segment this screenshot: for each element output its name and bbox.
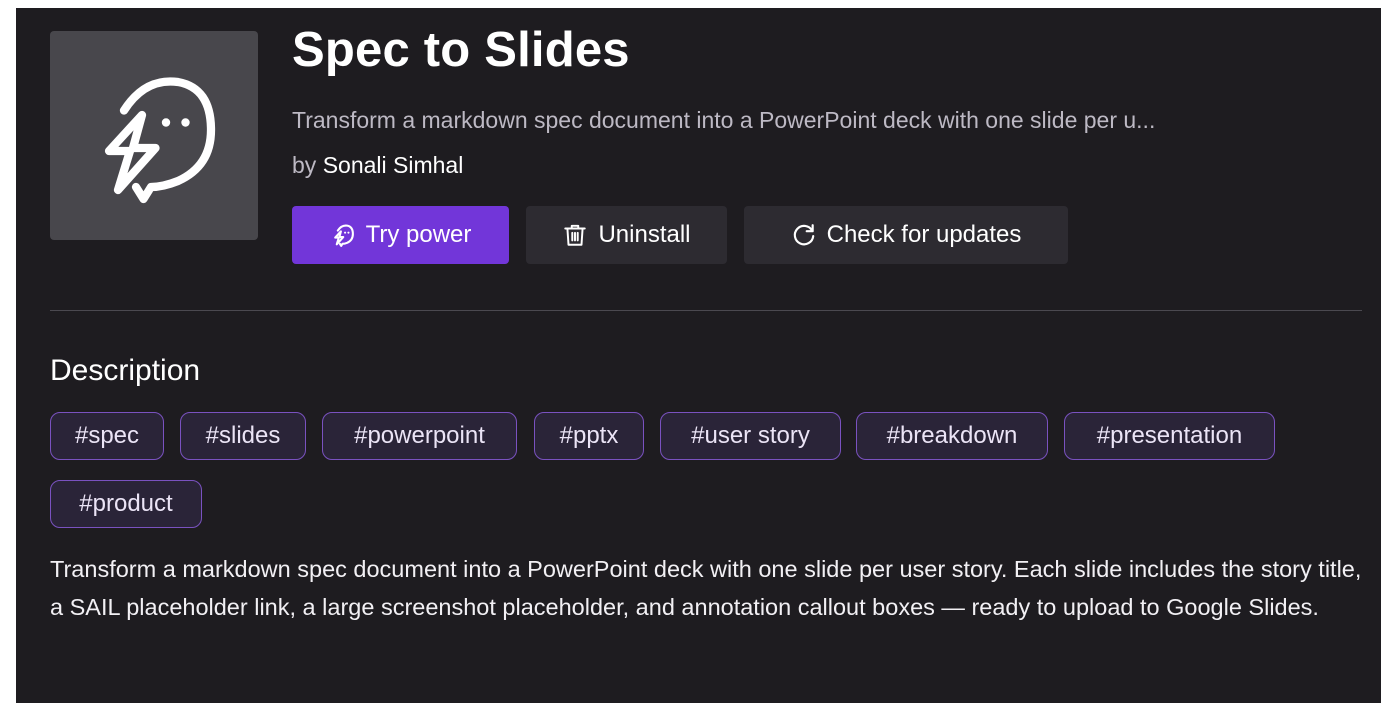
tag-chip[interactable]: #powerpoint — [322, 412, 517, 460]
by-label: by — [292, 152, 317, 178]
description-heading: Description — [50, 354, 201, 387]
refresh-icon — [793, 224, 814, 246]
tag-chip[interactable]: #spec — [50, 412, 164, 460]
author-byline: by Sonali Simhal — [292, 152, 463, 179]
power-detail-panel: Spec to Slides Transform a markdown spec… — [16, 8, 1381, 703]
tag-chip[interactable]: #pptx — [534, 412, 644, 460]
author-name: Sonali Simhal — [322, 152, 464, 178]
tag-chip[interactable]: #product — [50, 480, 202, 528]
power-logo — [50, 31, 258, 240]
page-title: Spec to Slides — [292, 23, 630, 77]
tag-chip[interactable]: #breakdown — [856, 412, 1048, 460]
ghost-lightning-icon — [104, 76, 216, 203]
tag-chip[interactable]: #presentation — [1064, 412, 1275, 460]
try-power-button[interactable]: Try power — [292, 206, 509, 264]
tag-chip[interactable]: #user story — [660, 412, 841, 460]
power-summary: Transform a markdown spec document into … — [292, 107, 1156, 133]
ghost-lightning-icon — [333, 224, 354, 247]
tag-chip[interactable]: #slides — [180, 412, 306, 460]
try-power-label: Try power — [365, 221, 472, 248]
description-body: Transform a markdown spec document into … — [50, 556, 1362, 620]
uninstall-button[interactable]: Uninstall — [526, 206, 727, 264]
uninstall-label: Uninstall — [598, 221, 691, 248]
section-divider — [50, 310, 1362, 311]
check-for-updates-button[interactable]: Check for updates — [744, 206, 1068, 264]
check-for-updates-label: Check for updates — [826, 221, 1022, 248]
trash-icon — [564, 224, 587, 246]
